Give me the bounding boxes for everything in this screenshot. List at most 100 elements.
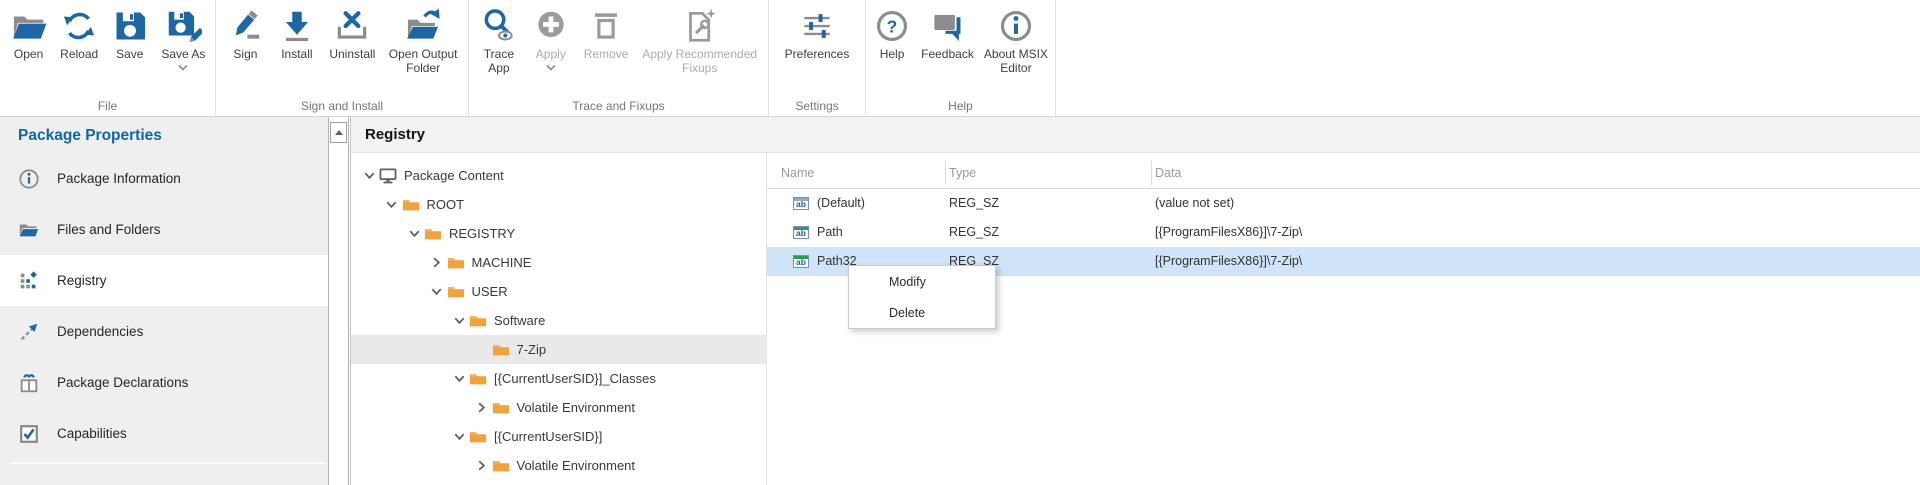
chevron-down-icon[interactable] xyxy=(359,168,379,183)
sidebar-item-package-information[interactable]: Package Information xyxy=(0,153,328,204)
ribbon-button-label: Preferences xyxy=(785,48,850,62)
tree-item-currentusersid[interactable]: [{CurrentUserSID}] xyxy=(351,422,766,451)
msix-editor-window: ? xyxy=(0,0,1920,485)
gift-box-icon xyxy=(18,372,40,394)
save-icon xyxy=(111,7,149,45)
dropdown-chevron-icon[interactable] xyxy=(177,64,189,72)
ribbon-button-label: Save xyxy=(116,48,143,62)
sidebar: Package Properties Package Information F… xyxy=(0,117,328,485)
install-button[interactable]: Install xyxy=(275,7,319,62)
save-as-button[interactable]: Save As xyxy=(158,7,208,72)
preferences-button[interactable]: Preferences xyxy=(782,7,853,62)
sidebar-item-capabilities[interactable]: Capabilities xyxy=(0,408,328,459)
tree-item-package-content[interactable]: Package Content xyxy=(351,161,766,190)
sidebar-item-label: Registry xyxy=(57,273,107,288)
ribbon-button-label: Install xyxy=(281,48,312,62)
remove-button[interactable]: Remove xyxy=(581,7,632,62)
registry-tree: Package Content ROOT REGISTRY MACHINE US… xyxy=(351,153,766,485)
column-separator[interactable] xyxy=(945,161,946,185)
sidebar-item-package-declarations[interactable]: Package Declarations xyxy=(0,357,328,408)
sign-icon xyxy=(226,7,264,45)
sidebar-scrollbar[interactable] xyxy=(328,117,349,485)
scrollbar-up-button[interactable] xyxy=(330,122,347,143)
value-type: REG_SZ xyxy=(949,189,999,218)
tree-item-machine[interactable]: MACHINE xyxy=(351,248,766,277)
help-button[interactable]: Help xyxy=(870,7,914,62)
column-separator[interactable] xyxy=(1151,161,1152,185)
tree-item-registry[interactable]: REGISTRY xyxy=(351,219,766,248)
sidebar-item-files-and-folders[interactable]: Files and Folders xyxy=(0,204,328,255)
apply-button[interactable]: Apply xyxy=(529,7,573,72)
sidebar-item-registry[interactable]: Registry xyxy=(0,255,328,306)
context-menu-item-label: Delete xyxy=(889,306,925,320)
ribbon-group-label: File xyxy=(0,99,215,113)
tree-item-volatile-environment[interactable]: Volatile Environment xyxy=(351,393,766,422)
chevron-down-icon[interactable] xyxy=(449,313,469,328)
tree-item-label: Package Content xyxy=(404,168,504,183)
column-header-data[interactable]: Data xyxy=(1155,159,1181,188)
tree-item-7-zip[interactable]: 7-Zip xyxy=(351,335,766,364)
reload-button[interactable]: Reload xyxy=(57,7,101,62)
ribbon-group-sign-and-install: Sign Install Uninstall Open OutputFolder… xyxy=(216,0,469,116)
sidebar-items: Package Information Files and Folders Re… xyxy=(0,153,328,459)
tree-item-label: ROOT xyxy=(427,197,465,212)
chevron-right-icon[interactable] xyxy=(427,255,447,270)
registry-value-row-path[interactable]: ab Path REG_SZ [{ProgramFilesX86}]\7-Zip… xyxy=(767,218,1920,247)
main-panel: Registry Package Content ROOT REGISTRY M… xyxy=(350,117,1920,485)
folder-icon xyxy=(469,313,487,329)
sign-button[interactable]: Sign xyxy=(223,7,267,62)
value-data: [{ProgramFilesX86}]\7-Zip\ xyxy=(1155,247,1302,276)
open-output-folder-button[interactable]: Open OutputFolder xyxy=(386,7,461,75)
tree-item-user[interactable]: USER xyxy=(351,277,766,306)
chevron-down-icon[interactable] xyxy=(404,226,424,241)
help-icon xyxy=(873,7,911,45)
open-button[interactable]: Open xyxy=(7,7,51,62)
ribbon-button-label: Apply xyxy=(536,48,566,62)
about-msix-editor-button[interactable]: About MSIXEditor xyxy=(981,7,1051,75)
tree-item-volatile-environment[interactable]: Volatile Environment xyxy=(351,451,766,480)
feedback-icon xyxy=(928,7,966,45)
remove-icon xyxy=(587,7,625,45)
ribbon-button-label: Help xyxy=(880,48,905,62)
reg-sz-icon: ab xyxy=(793,226,809,239)
info-icon xyxy=(18,168,40,190)
apply-recommended-fixups-button[interactable]: Apply RecommendedFixups xyxy=(639,7,760,75)
ribbon-group-trace-and-fixups: TraceApp Apply Remove Apply RecommendedF… xyxy=(469,0,769,116)
context-menu-item-modify[interactable]: Modify xyxy=(849,266,995,297)
sidebar-item-label: Package Declarations xyxy=(57,375,188,390)
reg-sz-icon: ab xyxy=(793,255,809,268)
chevron-down-icon[interactable] xyxy=(449,371,469,386)
column-header-name[interactable]: Name xyxy=(781,159,814,188)
tree-item-label: Volatile Environment xyxy=(517,458,636,473)
chevron-down-icon[interactable] xyxy=(449,429,469,444)
ribbon-group-settings: Preferences Settings xyxy=(769,0,866,116)
value-data: [{ProgramFilesX86}]\7-Zip\ xyxy=(1155,218,1302,247)
list-rows: ab (Default) REG_SZ (value not set) ab P… xyxy=(767,189,1920,276)
chevron-right-icon[interactable] xyxy=(472,458,492,473)
tree-item-root[interactable]: ROOT xyxy=(351,190,766,219)
tree-item-currentusersid-classes[interactable]: [{CurrentUserSID}]_Classes xyxy=(351,364,766,393)
chevron-down-icon[interactable] xyxy=(427,284,447,299)
value-name: (Default) xyxy=(817,189,865,218)
tree-item-label: 7-Zip xyxy=(517,342,547,357)
registry-value-row-default[interactable]: ab (Default) REG_SZ (value not set) xyxy=(767,189,1920,218)
open-output-folder-icon xyxy=(404,7,442,45)
tree-item-label: [{CurrentUserSID}]_Classes xyxy=(494,371,656,386)
save-button[interactable]: Save xyxy=(108,7,152,62)
tree-item-software[interactable]: Software xyxy=(351,306,766,335)
feedback-button[interactable]: Feedback xyxy=(918,7,977,62)
about-msix-editor-icon xyxy=(997,7,1035,45)
dependencies-arrow-icon xyxy=(18,321,40,343)
uninstall-button[interactable]: Uninstall xyxy=(326,7,378,62)
chevron-down-icon[interactable] xyxy=(382,197,402,212)
trace-app-icon xyxy=(480,7,518,45)
trace-app-button[interactable]: TraceApp xyxy=(477,7,521,75)
page-title: Registry xyxy=(351,117,1920,153)
dropdown-chevron-icon[interactable] xyxy=(545,64,557,72)
chevron-right-icon[interactable] xyxy=(472,400,492,415)
sidebar-item-dependencies[interactable]: Dependencies xyxy=(0,306,328,357)
context-menu: Modify Delete xyxy=(848,265,996,329)
column-header-type[interactable]: Type xyxy=(949,159,976,188)
context-menu-item-delete[interactable]: Delete xyxy=(849,297,995,328)
ribbon-button-label: Open xyxy=(14,48,43,62)
